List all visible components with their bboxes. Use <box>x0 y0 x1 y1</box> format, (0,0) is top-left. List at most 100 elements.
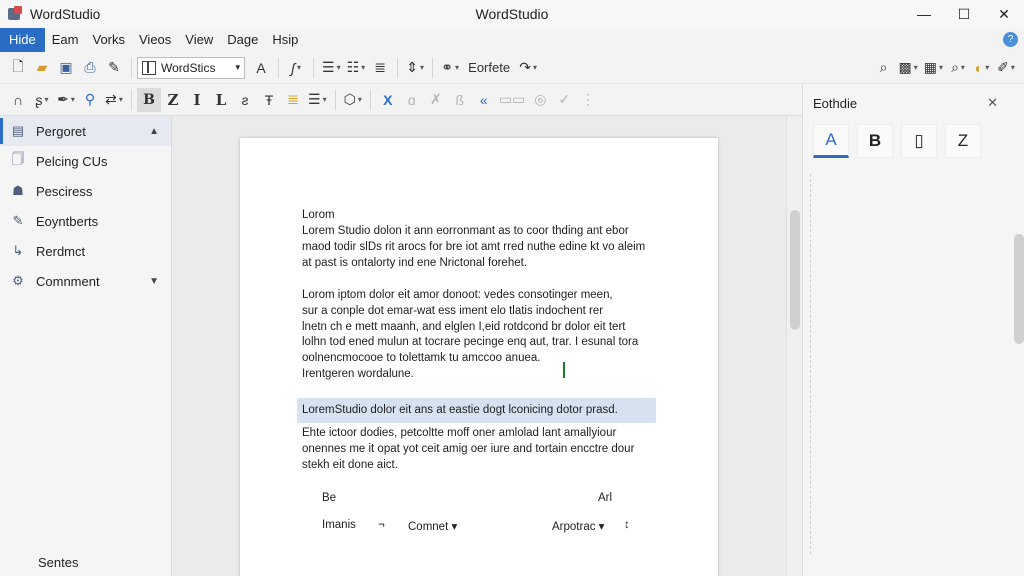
color-icon: ◎ <box>534 91 547 107</box>
find-icon[interactable]: ⚲ <box>78 88 102 112</box>
italic-button[interactable]: Z <box>161 88 185 112</box>
table-insert-icon[interactable]: ▦ ▾ <box>921 56 946 80</box>
bold-button[interactable]: B <box>137 87 161 112</box>
menu-dage[interactable]: Dage <box>220 28 265 52</box>
menu-view[interactable]: View <box>178 28 220 52</box>
theme-icon[interactable]: ◐ ▾ <box>970 56 994 80</box>
search-icon[interactable]: ⌕ <box>872 56 896 80</box>
doc-line: at past is ontalorty ind ene Nrictonal f… <box>302 256 528 269</box>
style-button[interactable]: Eorfete <box>462 56 516 80</box>
line-spacing-icon[interactable]: ⇕ ▾ <box>403 56 427 80</box>
format-painter-icon[interactable]: ʂ ▾ <box>30 88 54 112</box>
pen-icon[interactable]: ✐ ▾ <box>994 56 1018 80</box>
chevron-up-icon[interactable]: ▲ <box>149 126 159 137</box>
doc-line: Ehte ictoor dodies, petcoltte moff oner … <box>302 427 617 439</box>
open-folder-icon[interactable]: ▰ <box>30 56 54 80</box>
table-cell: Arl <box>598 492 613 504</box>
person-icon: ☗ <box>12 183 24 198</box>
sidebar-item-label: Comnment <box>36 273 100 289</box>
disabled-field-icon: ▭▭ <box>498 91 526 107</box>
l-button[interactable]: L <box>209 88 233 112</box>
save-icon[interactable]: ▣ <box>54 56 78 80</box>
sort-icon[interactable]: ↕ <box>624 519 630 531</box>
tab-bold[interactable]: B <box>857 124 893 158</box>
check-icon: ✓ <box>558 91 571 107</box>
minimize-button[interactable]: — <box>904 0 944 28</box>
undo-icon[interactable]: ∩ <box>6 88 30 112</box>
maximize-button[interactable]: ☐ <box>944 0 984 28</box>
sidebar-item-label: Eoyntberts <box>36 213 99 229</box>
chevron-down-icon[interactable]: ▼ <box>149 276 159 287</box>
italic-style-icon[interactable]: ʃ ▾ <box>284 56 308 80</box>
table-dropdown[interactable]: Comnet ▾ <box>408 519 457 533</box>
scrollbar-thumb[interactable] <box>790 210 800 330</box>
sidebar-footer[interactable]: Sentes <box>38 555 78 570</box>
text-cursor-icon <box>562 362 567 380</box>
format-panel: Eothdie ✕ A B ▯ Z <box>802 84 1024 576</box>
doc-line: Irentgeren wordalune. <box>302 367 414 380</box>
menu-eam[interactable]: Eam <box>45 28 86 52</box>
document-page[interactable]: Lorom Lorem Studio dolon it ann eorronma… <box>240 138 718 576</box>
text-effect-icon[interactable]: ɑ <box>400 88 424 112</box>
help-icon[interactable]: ? <box>1003 32 1018 47</box>
chevron-down-icon: ▾ <box>235 62 240 72</box>
panel-scrollbar-thumb[interactable] <box>1014 234 1024 344</box>
main-toolbar: 🗋 ▰ ▣ ⎙ ✎ WordStics ▾ A ʃ ▾ ☰ ▾ ☷ ▾ ≣ ⇕ ▾ ⚭ ▾… <box>0 52 1024 84</box>
menu-vorks[interactable]: Vorks <box>85 28 132 52</box>
wrench-icon: ✎ <box>12 213 24 228</box>
menu-hide[interactable]: Hide <box>0 28 45 52</box>
doc-line: Lorom iptom dolor eit amor donoot: vedes… <box>302 289 613 301</box>
close-window-button[interactable]: ✕ <box>984 0 1024 28</box>
menu-hsip[interactable]: Hsip <box>265 28 305 52</box>
doc-line: sur a conple dot emar-wat ess iment elo … <box>302 304 604 317</box>
i-button[interactable]: I <box>185 88 209 112</box>
edit-document-icon[interactable]: ✎ <box>102 56 126 80</box>
arrow-icon: ↳ <box>12 243 24 258</box>
table-dropdown[interactable]: Arpotrac ▾ <box>552 519 604 533</box>
align-center-icon[interactable]: ☰ ▾ <box>319 56 344 80</box>
toolbar-divider <box>334 89 336 110</box>
sidebar-item-pergoret[interactable]: ▤ Pergoret ▲ <box>0 116 171 146</box>
indent-icon[interactable]: ≣ <box>368 56 392 80</box>
bullets-icon[interactable]: ☰ ▾ <box>305 88 330 112</box>
sidebar-item-rerdmct[interactable]: ↳ Rerdmct <box>0 236 171 266</box>
highlight-icon[interactable]: ≣ <box>281 88 305 112</box>
link-icon[interactable]: ⚭ ▾ <box>438 56 462 80</box>
title-bar: WordStudio WordStudio — ☐ ✕ <box>0 0 1024 28</box>
sidebar-item-pesciress[interactable]: ☗ Pesciress <box>0 176 171 206</box>
tab-font[interactable]: A <box>813 124 849 158</box>
subscript-icon[interactable]: ✗ <box>424 88 448 112</box>
redo-icon[interactable]: ↷ ▾ <box>516 56 540 80</box>
insert-shape-icon[interactable]: ⬡ ▾ <box>341 88 365 112</box>
replace-icon[interactable]: ⇄ ▾ <box>102 88 126 112</box>
tab-page[interactable]: ▯ <box>901 124 937 158</box>
document-scrollbar[interactable] <box>786 116 802 576</box>
table-cell: Be <box>322 492 337 504</box>
font-name-value: WordStics <box>161 60 216 75</box>
image-insert-icon[interactable]: ▩ ▾ <box>896 56 921 80</box>
print-icon[interactable]: ⎙ <box>78 56 102 80</box>
superscript-icon[interactable]: ß <box>448 88 472 112</box>
strikethrough-icon[interactable]: ƨ <box>233 88 257 112</box>
chevrons-left-icon[interactable]: « <box>472 88 496 112</box>
clear-format-icon[interactable]: Ŧ <box>257 88 281 112</box>
x-button[interactable]: X <box>376 88 400 112</box>
font-name-select[interactable]: WordStics ▾ <box>137 56 245 79</box>
menu-vieos[interactable]: Vieos <box>132 28 178 52</box>
doc-selected-line[interactable]: LoremStudio dolor eit ans at eastie dogt… <box>302 403 662 419</box>
sidebar-item-eoyntberts[interactable]: ✎ Eoyntberts <box>0 206 171 236</box>
sidebar-item-pelcing[interactable]: 🗍 Pelcing CUs <box>0 146 171 176</box>
close-icon[interactable]: ✕ <box>987 95 998 111</box>
more-icon: ⋮ <box>581 91 596 107</box>
sidebar-item-label: Pesciress <box>36 183 93 199</box>
sidebar-item-label: Pelcing CUs <box>36 153 108 169</box>
brush-icon[interactable]: ✒ ▾ <box>54 88 78 112</box>
new-document-icon[interactable]: 🗋 <box>6 56 30 80</box>
font-size-icon[interactable]: A <box>249 56 273 80</box>
sidebar-item-comnment[interactable]: ⚙ Comnment ▼ <box>0 266 171 296</box>
table-cell[interactable]: ¬ <box>378 519 385 531</box>
tab-z[interactable]: Z <box>945 124 981 158</box>
zoom-icon[interactable]: ⌕ ▾ <box>946 56 970 80</box>
doc-line: lolhn tod ened mulun at tocrare pecinge … <box>302 336 639 349</box>
list-icon[interactable]: ☷ ▾ <box>344 56 369 80</box>
